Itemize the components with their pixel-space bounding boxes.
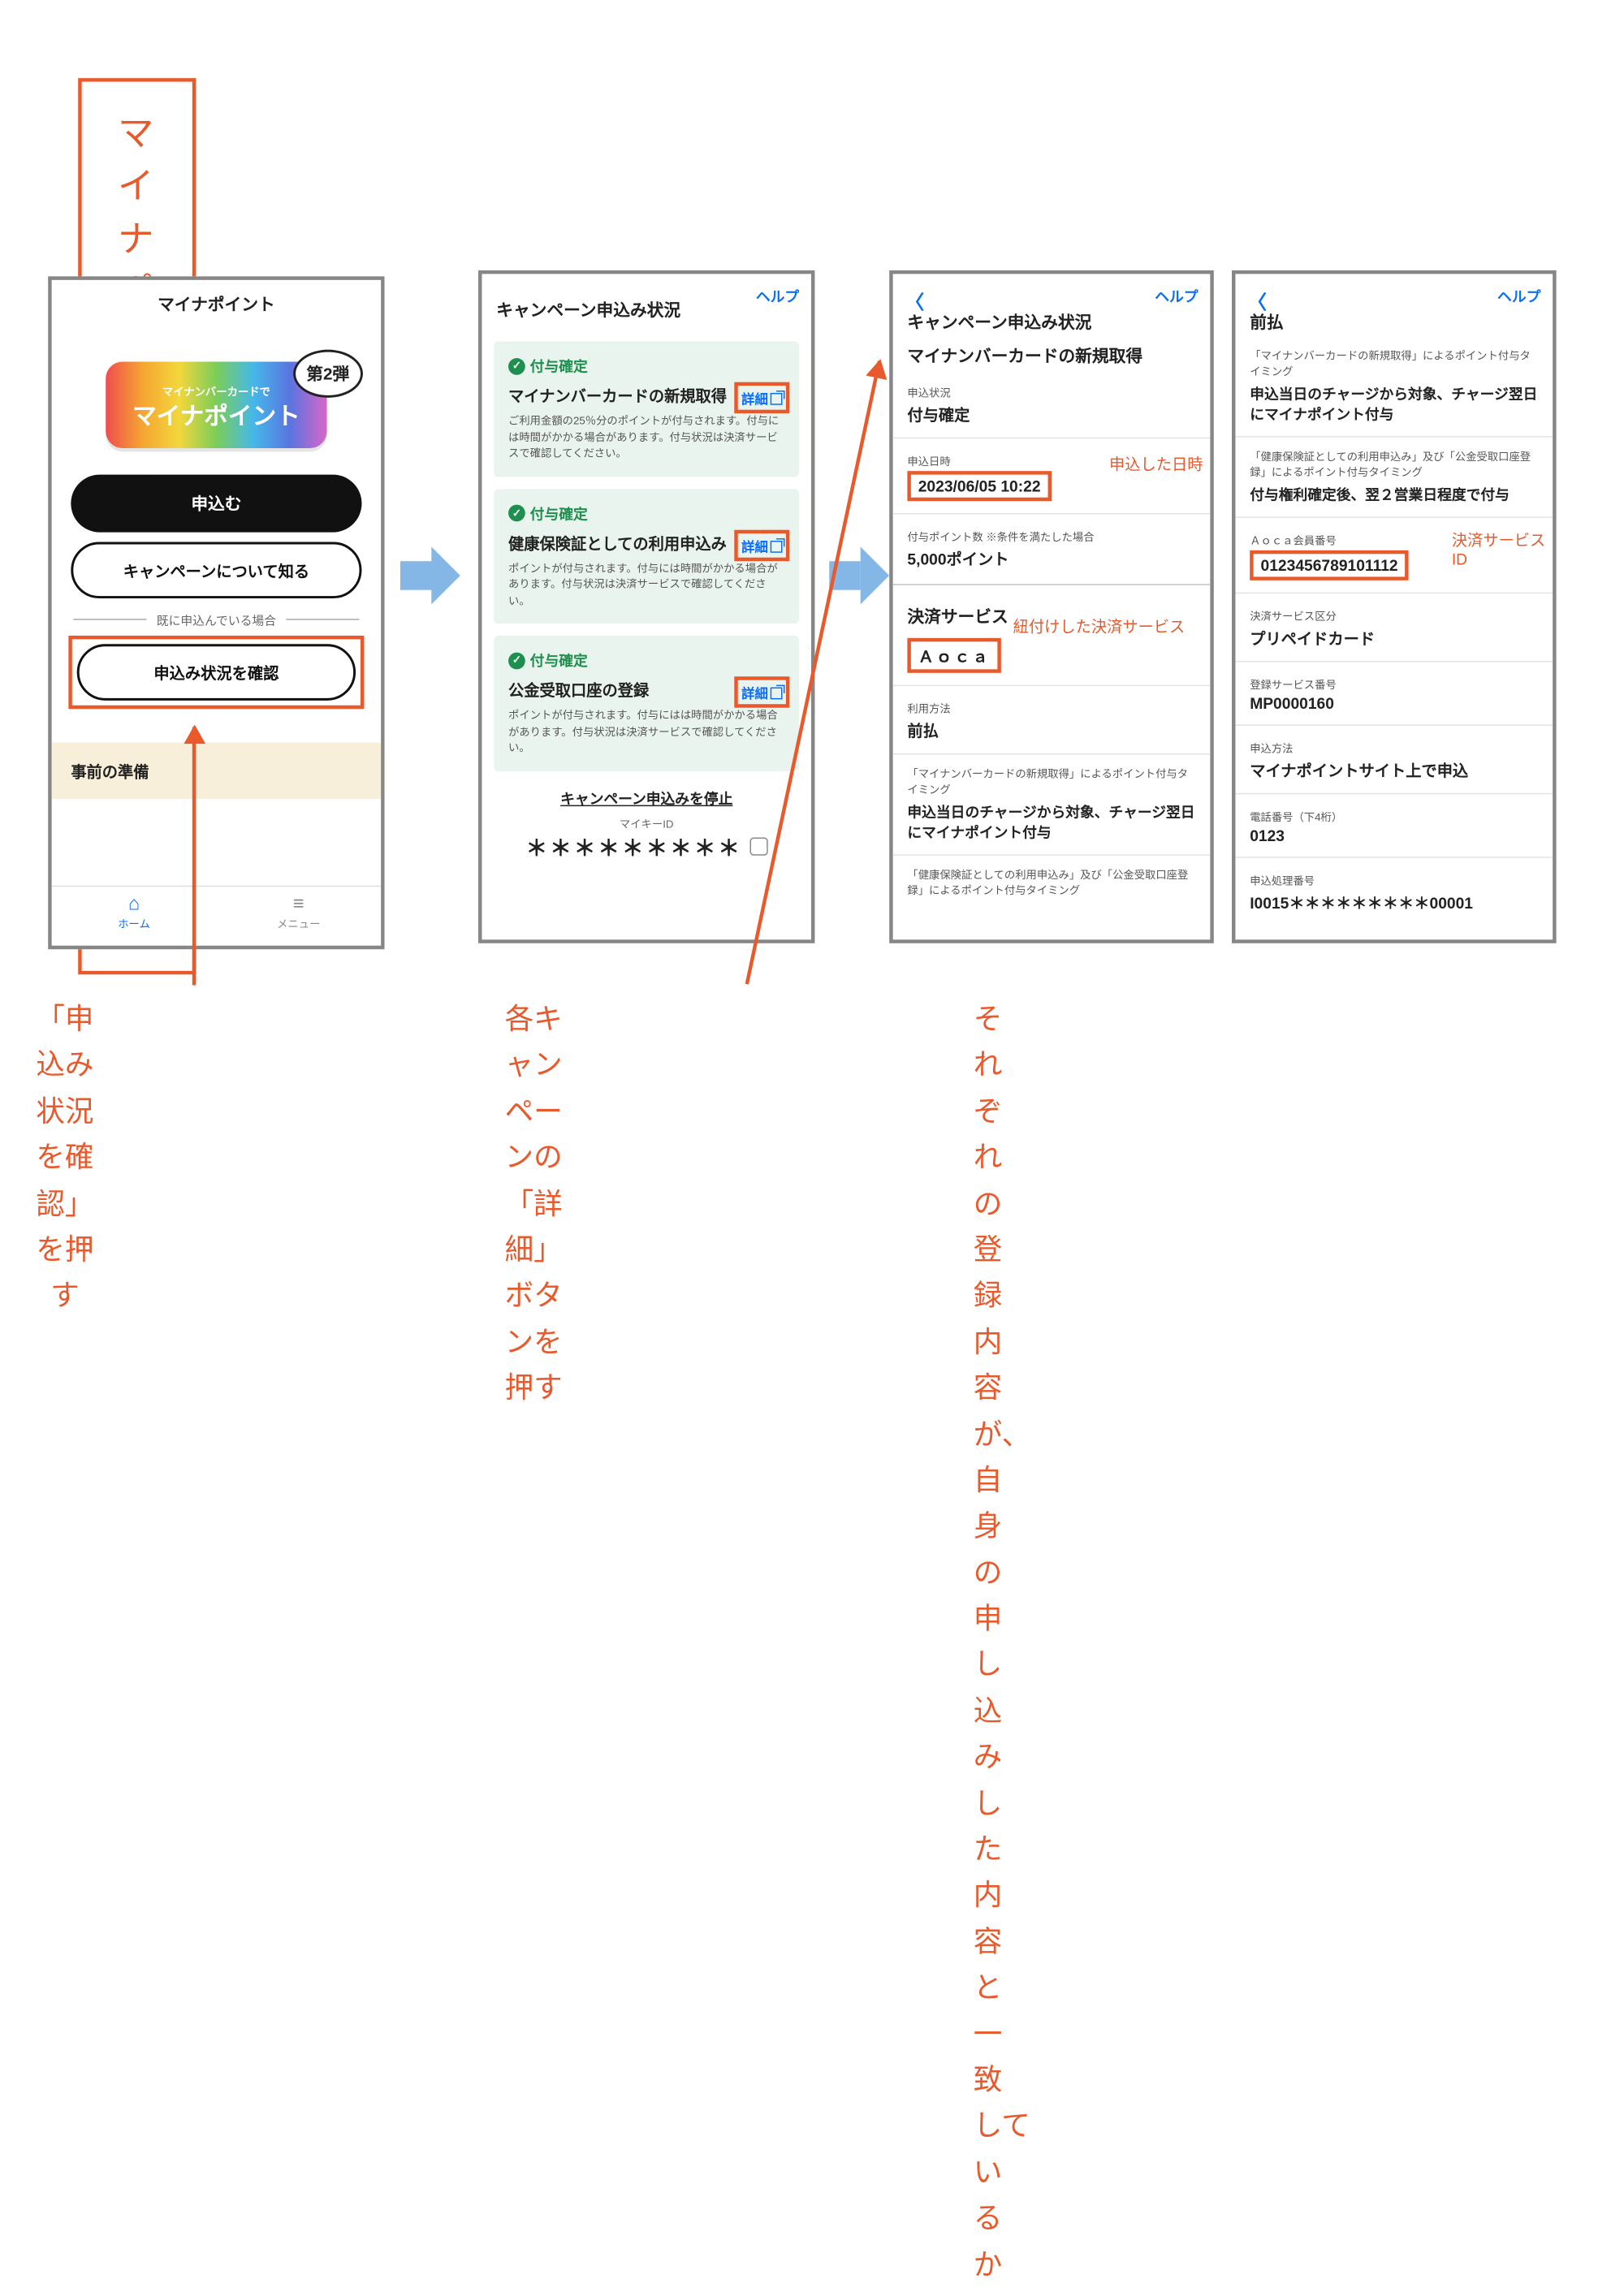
check-icon: ✓ — [508, 652, 525, 669]
timing-note-1-value: 申込当日のチャージから対象、チャージ翌日にマイナポイント付与 — [1235, 381, 1553, 431]
check-icon: ✓ — [508, 505, 525, 522]
campaign-card: ✓付与確定 公金受取口座の登録 詳細 ポイントが付与されます。付与にはは時間がか… — [494, 636, 799, 771]
annotation-date: 申込した日時 — [1109, 451, 1203, 474]
timing-note-1-label: 「マイナンバーカードの新規取得」によるポイント付与タイミング — [1235, 341, 1553, 381]
check-icon: ✓ — [508, 357, 525, 374]
timing-note-2-label: 「健康保険証としての利用申込み」及び「公金受取口座登録」によるポイント付与タイミ… — [1235, 442, 1553, 482]
timing-note-2-value: 付与権利確定後、翌２営業日程度で付与 — [1235, 482, 1553, 512]
highlight-detail-1: 詳細 — [734, 382, 789, 413]
prep-section: 事前の準備 — [52, 743, 382, 800]
label-tel: 電話番号（下4桁） — [1235, 800, 1553, 825]
screen-home: マイナポイント マイナンバーカードで マイナポイント 第2弾 申込む キャンペー… — [48, 276, 384, 949]
external-link-icon — [771, 540, 783, 552]
label-reg: 登録サービス番号 — [1235, 667, 1553, 693]
external-link-icon — [771, 393, 783, 405]
screen-campaign-status: ヘルプ キャンペーン申込み状況 ✓付与確定 マイナンバーカードの新規取得 詳細 … — [478, 270, 814, 943]
campaign-card-desc: ポイントが付与されます。付与にはは時間がかかる場合があります。付与状況は決済サー… — [508, 708, 784, 757]
check-status-button[interactable]: 申込み状況を確認 — [77, 644, 356, 701]
back-button[interactable]: 〈 — [905, 286, 924, 315]
screen-payment-detail: 〈 ヘルプ 前払 「マイナンバーカードの新規取得」によるポイント付与タイミング … — [1232, 270, 1557, 943]
value-tel: 0123 — [1235, 825, 1553, 852]
help-link[interactable]: ヘルプ — [1497, 286, 1540, 306]
timing-note-2-label: 「健康保険証としての利用申込み」及び「公金受取口座登録」によるポイント付与タイミ… — [893, 861, 1211, 900]
menu-icon: ≡ — [216, 894, 381, 916]
myid-label: マイキーID — [482, 815, 811, 831]
annotation-member: 決済サービスID — [1452, 528, 1553, 568]
label-way: 申込方法 — [1235, 731, 1553, 756]
copy-icon[interactable] — [749, 838, 767, 856]
external-link-icon — [771, 688, 783, 700]
value-way: マイナポイントサイト上で申込 — [1235, 756, 1553, 788]
detail-button[interactable]: 詳細 — [741, 684, 782, 703]
highlight-check-status: 申込み状況を確認 — [68, 636, 364, 709]
pointer-arrow-step1-icon — [192, 727, 196, 985]
label-method: 利用方法 — [893, 691, 1211, 716]
value-date: 2023/06/05 10:22 — [918, 477, 1041, 495]
value-status: 付与確定 — [893, 400, 1211, 433]
help-link[interactable]: ヘルプ — [1155, 286, 1198, 306]
highlight-detail-3: 詳細 — [734, 676, 789, 707]
label-status: 申込状況 — [893, 375, 1211, 400]
highlight-member-id: 0123456789101112 — [1250, 550, 1409, 580]
help-link[interactable]: ヘルプ — [756, 286, 799, 306]
value-member: 0123456789101112 — [1261, 557, 1398, 575]
highlight-date: 2023/06/05 10:22 — [907, 471, 1052, 501]
already-divider: 既に申込んでいる場合 — [52, 611, 382, 628]
stop-campaign-link[interactable]: キャンペーン申込みを停止 — [482, 788, 811, 808]
status-badge: ✓付与確定 — [508, 650, 784, 671]
label-proc: 申込処理番号 — [1235, 863, 1553, 888]
learn-campaign-button[interactable]: キャンペーンについて知る — [71, 542, 361, 598]
flow-arrow-1-icon — [400, 546, 460, 604]
value-method: 前払 — [893, 716, 1211, 749]
tab-bar: ⌂ホーム ≡メニュー — [52, 886, 382, 946]
logo-badge: 第2弾 — [293, 350, 363, 398]
timing-note-1-label: 「マイナンバーカードの新規取得」によるポイント付与タイミング — [893, 759, 1211, 799]
myid-value: ＊＊＊＊＊＊＊＊＊ — [482, 831, 811, 861]
tab-menu[interactable]: ≡メニュー — [216, 887, 381, 946]
value-points: 5,000ポイント — [893, 544, 1211, 576]
annotation-step2: 各キャンペーンの 「詳細」ボタンを押す — [505, 997, 563, 1412]
screen3-subtitle: マイナンバーカードの新規取得 — [893, 341, 1211, 374]
value-service: Ａｏｃａ — [918, 648, 991, 666]
highlight-service: Ａｏｃａ — [907, 638, 1000, 673]
value-proc: I0015＊＊＊＊＊＊＊＊＊00001 — [1235, 888, 1553, 921]
highlight-detail-2: 詳細 — [734, 529, 789, 560]
value-reg: MP0000160 — [1235, 693, 1553, 720]
campaign-card: ✓付与確定 健康保険証としての利用申込み 詳細 ポイントが付与されます。付与には… — [494, 489, 799, 624]
screen1-title: マイナポイント — [158, 292, 275, 317]
logo: マイナンバーカードで マイナポイント 第2弾 — [96, 361, 336, 448]
screen-campaign-detail: 〈 ヘルプ キャンペーン申込み状況 マイナンバーカードの新規取得 申込状況 付与… — [889, 270, 1214, 943]
label-class: 決済サービス区分 — [1235, 599, 1553, 624]
status-badge: ✓付与確定 — [508, 356, 784, 376]
back-button[interactable]: 〈 — [1247, 286, 1267, 315]
detail-button[interactable]: 詳細 — [741, 537, 782, 556]
value-class: プリペイドカード — [1235, 624, 1553, 657]
annotation-service: 紐付けした決済サービス — [1013, 614, 1186, 637]
screen1-header: マイナポイント — [52, 280, 382, 328]
annotation-step3: それぞれの登録内容が、自身の申し込み した内容と一致しているかを確認する — [974, 997, 1030, 2296]
timing-note-1-value: 申込当日のチャージから対象、チャージ翌日にマイナポイント付与 — [893, 799, 1211, 849]
campaign-card-desc: ポイントが付与されます。付与には時間がかかる場合があります。付与状況は決済サービ… — [508, 560, 784, 609]
campaign-card: ✓付与確定 マイナンバーカードの新規取得 詳細 ご利用金額の25％分のポイントが… — [494, 341, 799, 477]
campaign-card-desc: ご利用金額の25％分のポイントが付与されます。付与には時間がかかる場合があります… — [508, 413, 784, 462]
detail-button[interactable]: 詳細 — [741, 390, 782, 409]
apply-button[interactable]: 申込む — [71, 475, 361, 533]
status-badge: ✓付与確定 — [508, 503, 784, 523]
annotation-step1: 「申込み状況を確認」を押す — [36, 997, 93, 1320]
label-points: 付与ポイント数 ※条件を満たした場合 — [893, 519, 1211, 544]
